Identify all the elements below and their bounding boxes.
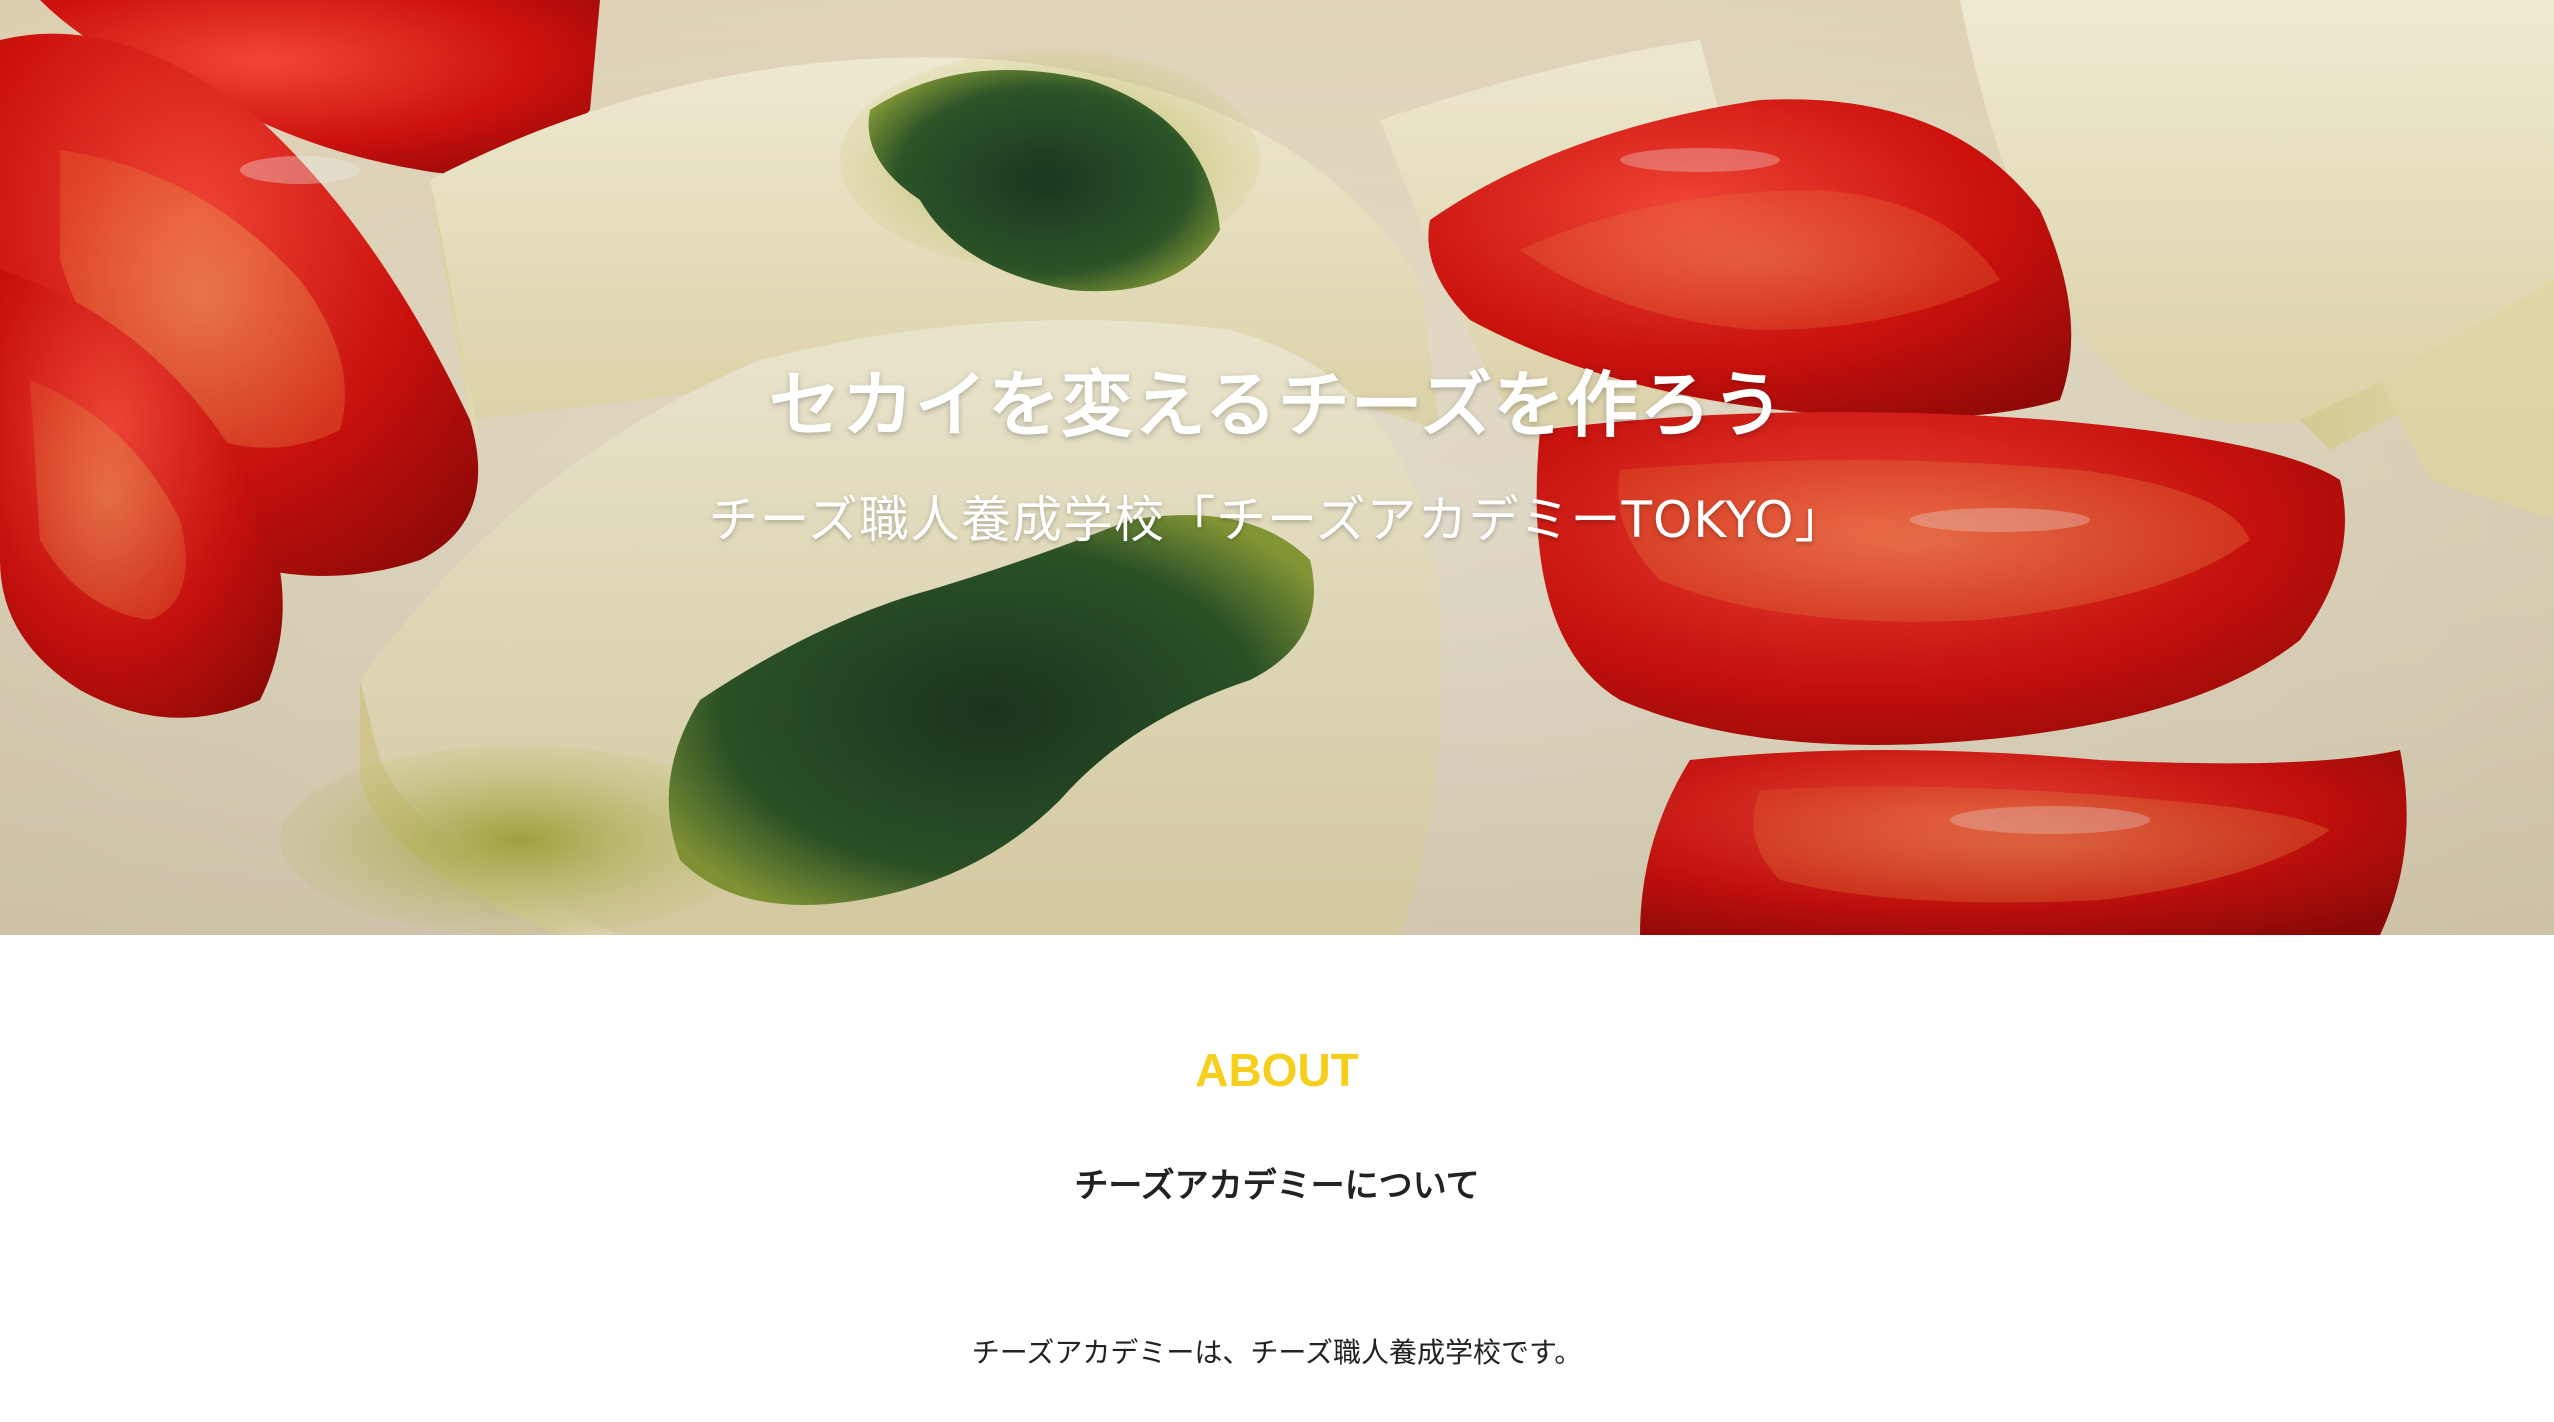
hero-text-overlay: セカイを変えるチーズを作ろう チーズ職人養成学校「チーズアカデミーTOKYO」 xyxy=(0,0,2554,935)
about-heading: ABOUT xyxy=(1195,1044,1359,1096)
about-body-text: チーズアカデミーは、チーズ職人養成学校です。 xyxy=(971,1336,1583,1369)
about-section: ABOUT チーズアカデミーについて チーズアカデミーは、チーズ職人養成学校です… xyxy=(0,935,2554,1422)
hero-section: セカイを変えるチーズを作ろう チーズ職人養成学校「チーズアカデミーTOKYO」 xyxy=(0,0,2554,935)
hero-title: セカイを変えるチーズを作ろう xyxy=(768,363,1786,447)
hero-subtitle: チーズ職人養成学校「チーズアカデミーTOKYO」 xyxy=(708,491,1846,549)
about-subheading: チーズアカデミーについて xyxy=(1074,1166,1480,1206)
